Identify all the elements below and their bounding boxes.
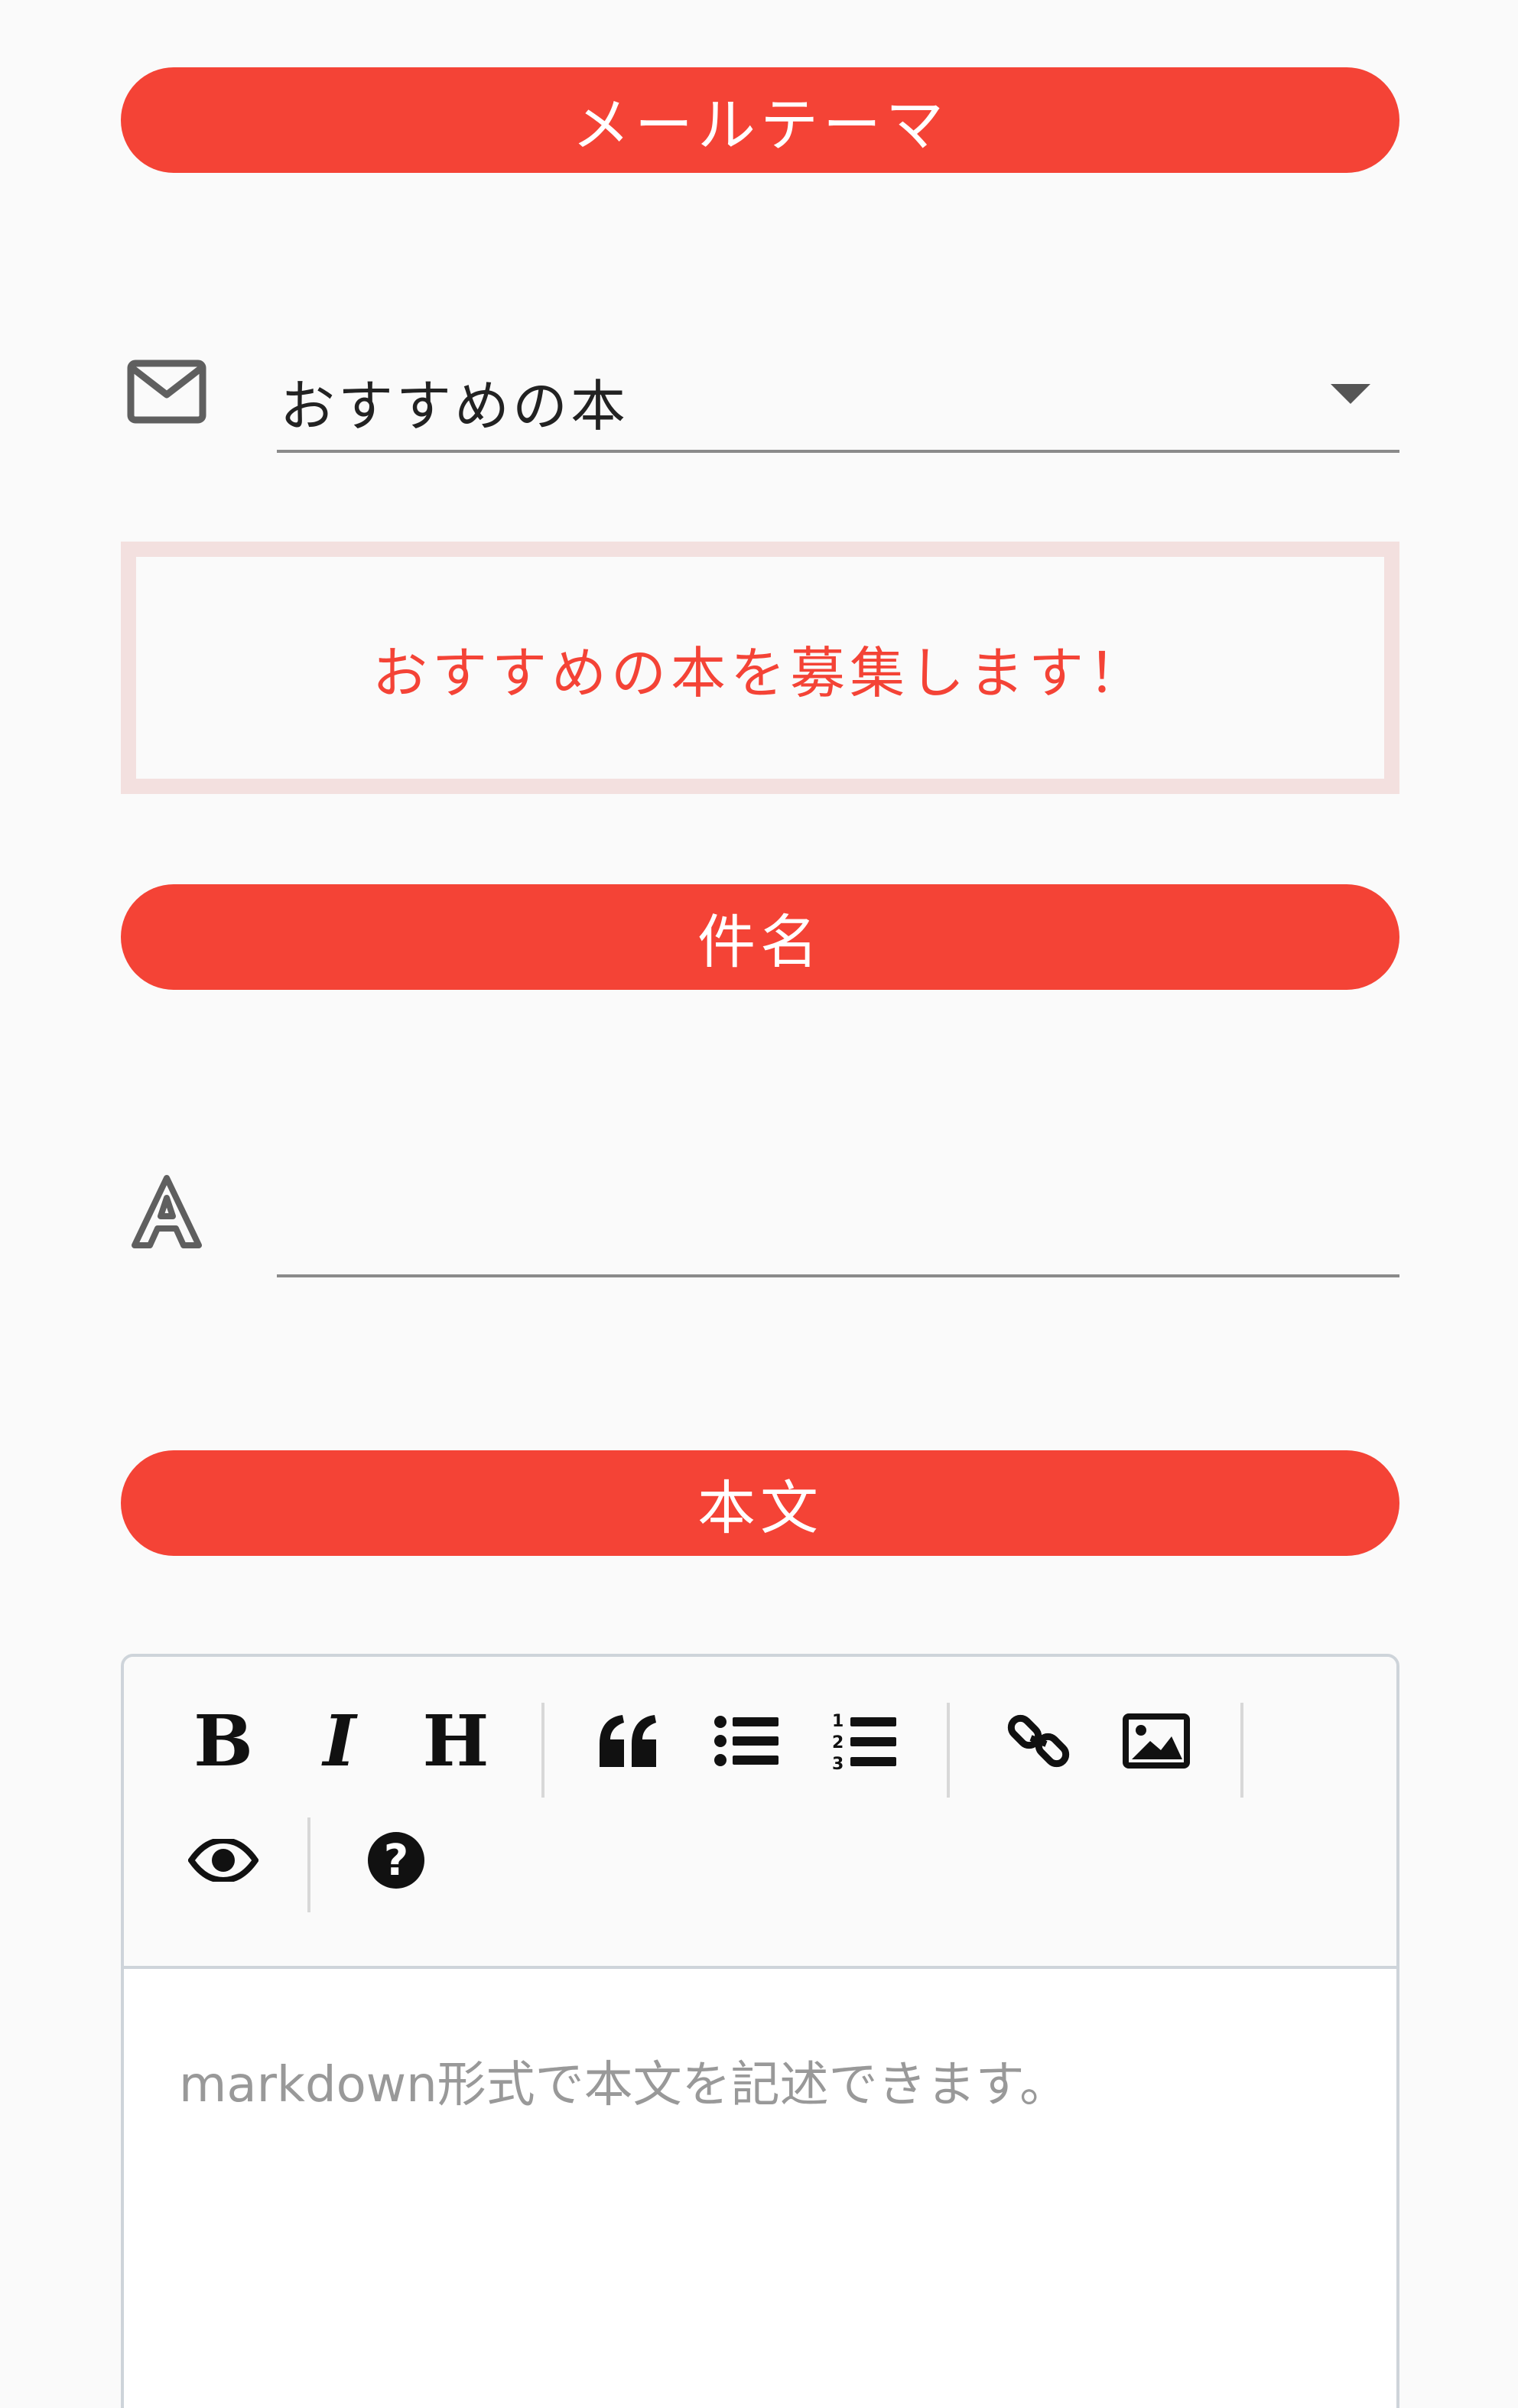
toolbar-separator [947, 1703, 950, 1798]
quote-button[interactable] [583, 1695, 674, 1787]
dropdown-arrow-icon[interactable] [1331, 384, 1370, 404]
svg-text:3: 3 [832, 1755, 844, 1772]
mail-theme-selected-value: おすすめの本 [280, 374, 629, 438]
subject-label: 件名 [697, 908, 823, 976]
editor-toolbar: B I H 1 2 3 ? [124, 1657, 1396, 1969]
italic-icon: I [323, 1700, 356, 1782]
toolbar-separator [307, 1817, 310, 1912]
body-label: 本文 [697, 1474, 823, 1542]
image-icon [1123, 1713, 1190, 1769]
mail-theme-header: メールテーマ [121, 67, 1399, 173]
unordered-list-icon [714, 1716, 779, 1766]
link-icon [1007, 1714, 1070, 1768]
bold-icon: B [193, 1700, 253, 1782]
unordered-list-button[interactable] [700, 1695, 792, 1787]
subject-input[interactable] [277, 1178, 1399, 1277]
ordered-list-icon: 1 2 3 [832, 1712, 896, 1772]
body-textarea[interactable] [124, 1969, 1396, 2408]
ordered-list-button[interactable]: 1 2 3 [818, 1695, 910, 1787]
subject-header: 件名 [121, 884, 1399, 990]
eye-icon [188, 1839, 258, 1882]
help-icon: ? [368, 1832, 424, 1889]
markdown-editor: B I H 1 2 3 ? markdown形式で本文を記述できます。 [121, 1654, 1399, 2408]
theme-notice-text: おすすめの本を募集します！ [372, 640, 1148, 705]
heading-button[interactable]: H [410, 1695, 502, 1787]
theme-notice-box: おすすめの本を募集します！ [121, 542, 1399, 794]
svg-text:2: 2 [832, 1733, 844, 1752]
image-button[interactable] [1110, 1695, 1202, 1787]
italic-button[interactable]: I [294, 1695, 385, 1787]
bold-button[interactable]: B [177, 1695, 269, 1787]
toolbar-separator [541, 1703, 544, 1798]
guide-button[interactable]: ? [350, 1814, 442, 1906]
mail-theme-select[interactable]: おすすめの本 [277, 346, 1399, 453]
quote-icon [600, 1715, 656, 1767]
heading-icon: H [422, 1700, 489, 1782]
svg-text:1: 1 [832, 1712, 844, 1731]
page: メールテーマ おすすめの本 おすすめの本を募集します！ 件名 本文 B I H … [0, 0, 1518, 2408]
mail-theme-label: メールテーマ [572, 91, 948, 159]
toolbar-separator [1240, 1703, 1243, 1798]
body-header: 本文 [121, 1450, 1399, 1556]
font-a-icon [121, 1166, 213, 1258]
link-button[interactable] [993, 1695, 1084, 1787]
preview-button[interactable] [177, 1814, 269, 1906]
mail-icon [121, 346, 213, 438]
